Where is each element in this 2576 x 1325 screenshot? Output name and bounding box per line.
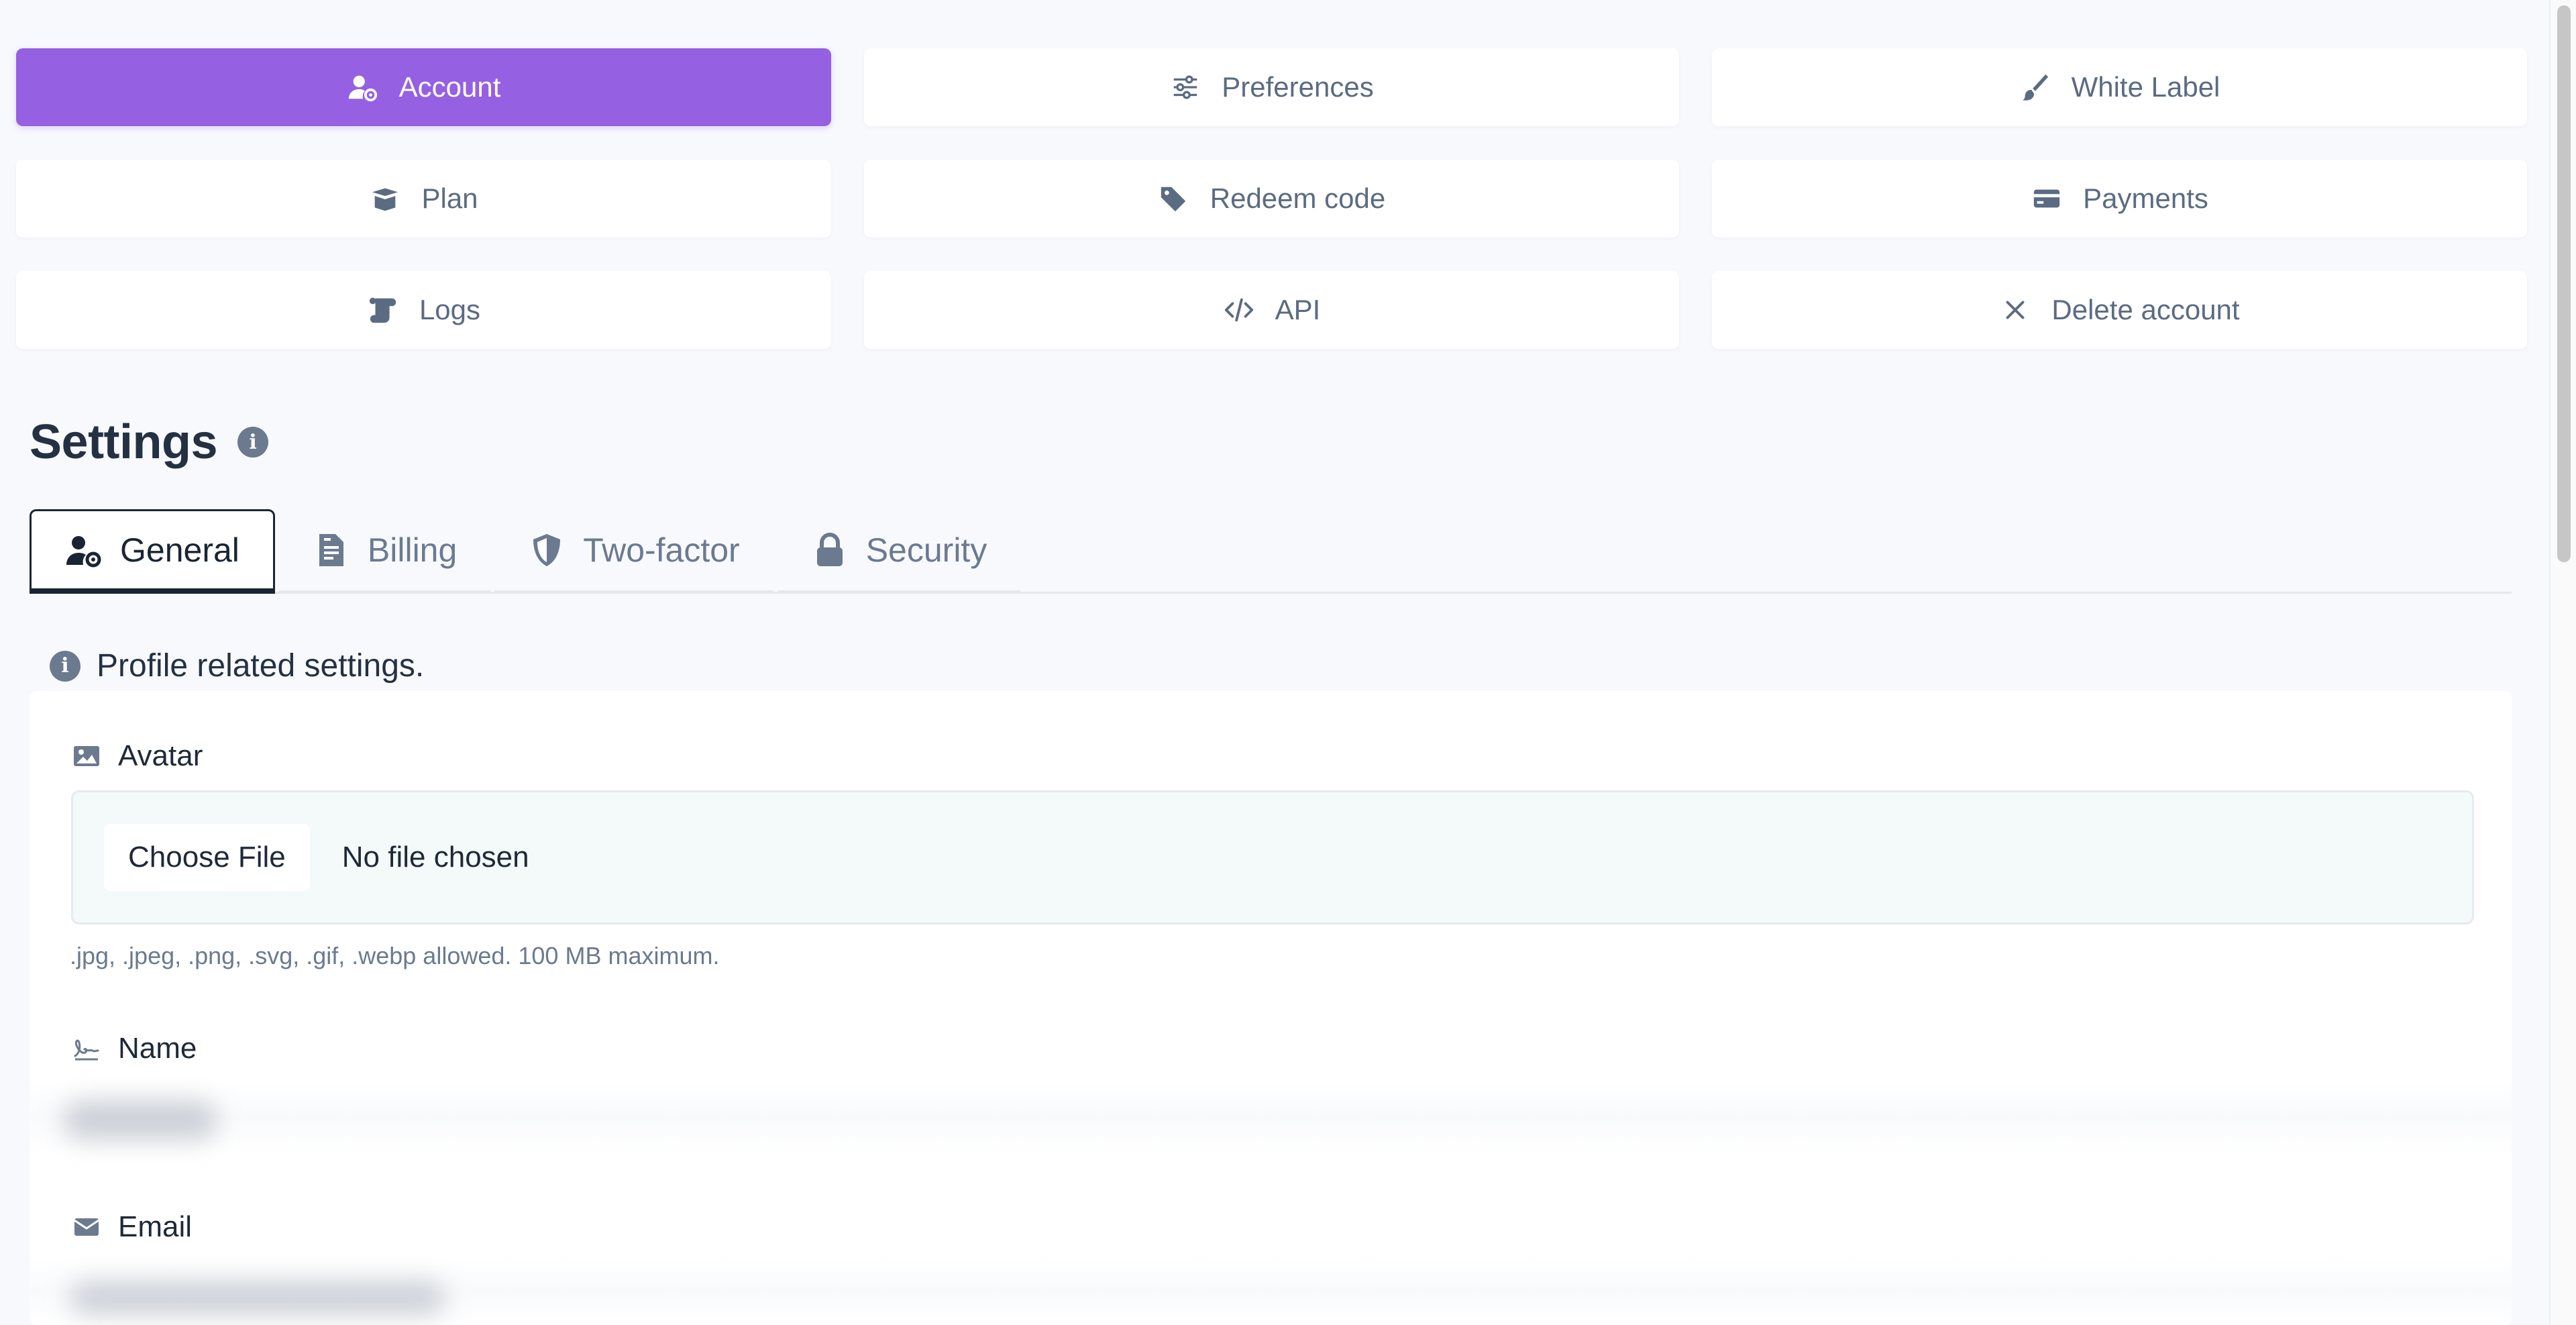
file-status: No file chosen <box>341 841 529 873</box>
user-gear-icon <box>347 71 379 103</box>
sliders-icon <box>1169 71 1201 103</box>
nav-delete-account-label: Delete account <box>2051 294 2240 325</box>
name-label: Name <box>72 1032 197 1065</box>
info-icon[interactable]: i <box>237 427 269 458</box>
settings-heading: Settings i <box>30 415 269 470</box>
nav-logs-button[interactable]: Logs <box>16 271 831 349</box>
tab-security-label: Security <box>865 531 987 569</box>
lock-icon <box>816 532 843 566</box>
nav-preferences-button[interactable]: Preferences <box>864 48 1679 126</box>
nav-white-label-button[interactable]: White Label <box>1712 48 2527 126</box>
scrollbar-thumb[interactable] <box>2557 5 2571 562</box>
name-value-redacted <box>63 1100 217 1141</box>
nav-preferences-label: Preferences <box>1222 71 1374 103</box>
name-label-text: Name <box>118 1032 197 1065</box>
tab-two-factor[interactable]: Two-factor <box>494 509 773 594</box>
email-label: Email <box>72 1210 192 1244</box>
paintbrush-icon <box>2019 71 2051 103</box>
tags-icon <box>1158 182 1190 215</box>
scroll-icon <box>367 294 399 326</box>
tab-security[interactable]: Security <box>777 509 1021 594</box>
nav-account-label: Account <box>398 71 501 103</box>
info-icon: i <box>50 650 80 682</box>
account-nav-grid: Account Preferences White Label Plan Red <box>16 48 2528 349</box>
shield-icon <box>533 533 561 566</box>
nav-payments-label: Payments <box>2083 182 2208 214</box>
box-open-icon <box>369 182 401 215</box>
email-label-text: Email <box>118 1210 193 1243</box>
image-icon <box>74 746 99 766</box>
user-gear-icon <box>66 535 101 567</box>
general-settings-panel: Avatar Choose File No file chosen .jpg, … <box>30 691 2512 1325</box>
nav-account-button[interactable]: Account <box>16 48 831 126</box>
nav-payments-button[interactable]: Payments <box>1712 160 2527 237</box>
nav-plan-label: Plan <box>421 182 478 214</box>
page-title: Settings <box>30 415 218 469</box>
settings-tabs: General Billing Two-factor Security <box>30 505 2512 594</box>
tab-billing[interactable]: Billing <box>278 509 491 594</box>
avatar-label: Avatar <box>72 739 203 773</box>
file-invoice-icon <box>319 533 343 566</box>
nav-white-label-label: White Label <box>2071 71 2220 103</box>
email-value-redacted <box>70 1281 445 1315</box>
avatar-label-text: Avatar <box>118 739 203 772</box>
avatar-hint: .jpg, .jpeg, .png, .svg, .gif, .webp all… <box>70 942 720 969</box>
nav-logs-label: Logs <box>419 294 481 325</box>
nav-redeem-code-button[interactable]: Redeem code <box>864 160 1679 237</box>
envelope-icon <box>74 1218 99 1236</box>
tab-general-label: General <box>120 531 239 569</box>
email-input[interactable] <box>30 1255 2512 1325</box>
signature-icon <box>74 1039 99 1061</box>
tab-two-factor-label: Two-factor <box>583 531 740 569</box>
avatar-file-input[interactable]: Choose File No file chosen <box>71 790 2474 924</box>
profile-note: i Profile related settings. <box>50 647 424 684</box>
nav-plan-button[interactable]: Plan <box>16 160 831 237</box>
page-scrollbar[interactable] <box>2549 0 2576 1325</box>
profile-note-text: Profile related settings. <box>97 648 425 684</box>
tab-general[interactable]: General <box>30 509 275 594</box>
credit-card-icon <box>2031 182 2063 215</box>
choose-file-button[interactable]: Choose File <box>104 824 310 891</box>
nav-delete-account-button[interactable]: Delete account <box>1712 271 2527 349</box>
code-icon <box>1223 294 1255 326</box>
nav-redeem-code-label: Redeem code <box>1210 182 1386 214</box>
nav-api-label: API <box>1275 294 1321 325</box>
nav-api-button[interactable]: API <box>864 271 1679 349</box>
page-root: Account Preferences White Label Plan Red <box>0 0 2576 1325</box>
close-icon <box>1999 294 2031 326</box>
name-input[interactable] <box>30 1080 2512 1154</box>
tab-billing-label: Billing <box>367 531 458 569</box>
